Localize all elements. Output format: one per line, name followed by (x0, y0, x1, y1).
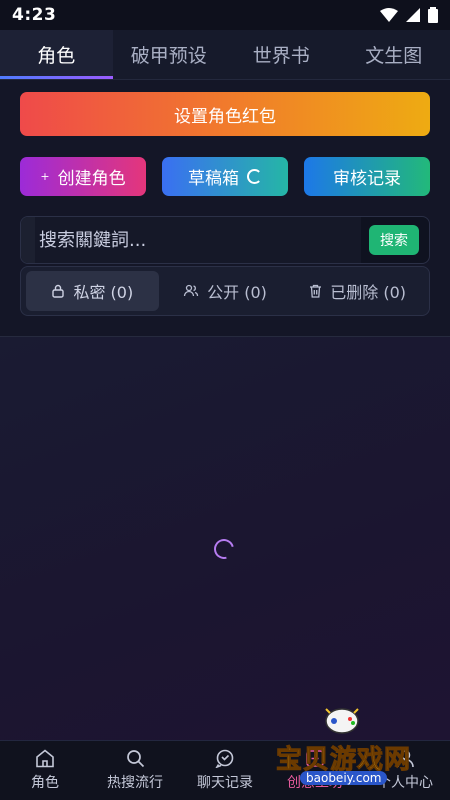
search-input[interactable] (35, 217, 361, 263)
wifi-icon (380, 8, 398, 22)
signal-icon (406, 8, 420, 22)
create-character-label: 创建角色 (57, 169, 126, 189)
filter-private[interactable]: 私密 (0) (26, 271, 159, 311)
tab-text-to-image[interactable]: 文生图 (338, 30, 450, 79)
filter-deleted-label: 已删除 (0) (330, 283, 407, 302)
drafts-label: 草稿箱 (188, 169, 239, 189)
nav-item-characters-label: 角色 (31, 775, 59, 791)
top-tabs: 角色 破甲预设 世界书 文生图 (0, 30, 450, 80)
tab-world-book[interactable]: 世界书 (225, 30, 338, 79)
users-icon (183, 284, 199, 297)
nav-item-chat-history[interactable]: 聊天记录 (180, 741, 270, 800)
review-records-button[interactable]: 审核记录 (304, 157, 430, 196)
nav-item-profile-label: 个人中心 (377, 775, 433, 791)
tab-jailbreak-presets[interactable]: 破甲预设 (113, 30, 226, 79)
visibility-filter: 私密 (0) 公开 (0) 已删除 (0) (20, 266, 430, 316)
nav-item-profile[interactable]: 个人中心 (360, 741, 450, 800)
nav-item-characters[interactable]: 角色 (0, 741, 90, 800)
red-packet-button[interactable]: 设置角色红包 (20, 92, 430, 136)
loading-spinner-icon (247, 169, 262, 184)
lock-icon (52, 284, 65, 298)
search-bar: 搜索 (20, 216, 430, 264)
search-edge (21, 217, 35, 263)
filter-private-label: 私密 (0) (73, 283, 134, 302)
nav-item-workshop-label: 创意工坊 (287, 775, 343, 791)
filter-public-label: 公开 (0) (207, 283, 267, 302)
trash-icon (310, 284, 322, 298)
filter-public[interactable]: 公开 (0) (159, 271, 292, 311)
filter-deleted[interactable]: 已删除 (0) (291, 271, 424, 311)
search-icon (126, 750, 144, 768)
drafts-button[interactable]: 草稿箱 (162, 157, 288, 196)
home-icon (36, 749, 54, 768)
chat-icon (215, 749, 234, 768)
tab-characters[interactable]: 角色 (0, 30, 113, 79)
create-character-button[interactable]: + 创建角色 (20, 157, 146, 196)
status-bar: 4:23 (0, 0, 450, 30)
plus-icon: + (40, 170, 50, 183)
action-buttons: + 创建角色 草稿箱 审核记录 (20, 157, 430, 196)
search-button[interactable]: 搜索 (369, 225, 419, 255)
nav-item-chat-history-label: 聊天记录 (197, 775, 253, 791)
nav-item-trending[interactable]: 热搜流行 (90, 741, 180, 800)
battery-icon (428, 7, 438, 23)
status-icons (380, 7, 438, 23)
review-records-label: 审核记录 (333, 169, 401, 189)
create-icon (306, 750, 324, 767)
bottom-nav: 角色 热搜流行 聊天记录 创意工坊 个人中心 (0, 740, 450, 800)
user-icon (396, 750, 414, 768)
nav-item-trending-label: 热搜流行 (107, 775, 163, 791)
status-time: 4:23 (12, 5, 57, 25)
nav-item-workshop[interactable]: 创意工坊 (270, 741, 360, 800)
